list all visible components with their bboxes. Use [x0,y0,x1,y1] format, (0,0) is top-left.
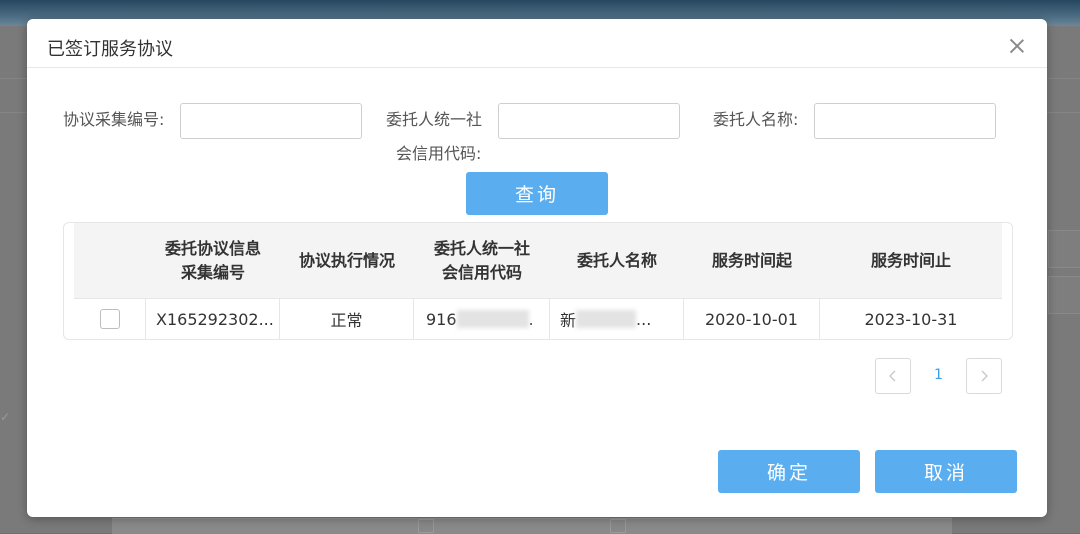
row-checkbox[interactable] [99,309,120,329]
client-name-tail: ... [636,309,652,329]
table-header: 委托协议信息 采集编号 协议执行情况 委托人统一社 会信用代码 委托人名称 服务… [74,223,1002,298]
dialog-header: 已签订服务协议 [27,19,1047,68]
agreement-code-value: X165292302... [156,309,274,329]
header-client-name: 委托人名称 [576,250,657,270]
row-client-name: 新 ... [550,299,684,339]
agreement-code-input[interactable] [180,103,362,139]
chevron-right-icon [981,370,988,382]
redaction-mask [456,310,529,328]
cancel-button[interactable]: 取消 [875,450,1017,493]
credit-code-label-line1: 委托人统一社 [386,110,483,129]
header-credit-code: 委托人统一社 会信用代码 [414,223,550,298]
header-credit-code-line2: 会信用代码 [441,262,522,282]
row-agreement-code: X165292302... [146,299,280,339]
row-status: 正常 [280,299,414,339]
row-start-date: 2020-10-01 [684,299,820,339]
agreement-code-label: 协议采集编号: [63,110,165,129]
client-name-input[interactable] [814,103,996,139]
background-check-icon: ✓ [0,410,11,424]
header-select [74,223,146,298]
row-credit-code: 916 . [414,299,550,339]
chevron-left-icon [889,370,896,382]
credit-code-value: 916 [426,309,457,329]
redaction-mask [576,310,637,328]
background-field [1048,276,1080,314]
close-icon[interactable] [1009,38,1025,54]
credit-code-label-line2: 会信用代码: [396,144,482,163]
next-page-button[interactable] [966,358,1002,394]
credit-code-tail: . [528,309,534,329]
confirm-button[interactable]: 确定 [718,450,860,493]
client-name-value: 新 [560,311,577,330]
dialog-title: 已签订服务协议 [47,39,173,60]
header-credit-code-line1: 委托人统一社 [433,238,530,258]
header-start-date: 服务时间起 [711,250,792,270]
signed-agreements-dialog: 已签订服务协议 协议采集编号: 委托人统一社 会信用代码: 委托人名称: 查询 … [27,19,1047,517]
header-agreement-code: 委托协议信息 采集编号 [146,223,280,298]
background-panel [112,518,952,534]
row-end-date: 2023-10-31 [820,299,1002,339]
start-date-value: 2020-10-01 [705,309,798,329]
background-checkbox [610,519,626,533]
query-button[interactable]: 查询 [466,172,608,215]
header-agreement-code-line2: 采集编号 [180,262,245,282]
prev-page-button[interactable] [875,358,911,394]
header-status: 协议执行情况 [298,250,395,270]
agreements-table: 委托协议信息 采集编号 协议执行情况 委托人统一社 会信用代码 委托人名称 服务… [63,222,1013,340]
end-date-value: 2023-10-31 [864,309,958,329]
page-number-current[interactable]: 1 [934,367,943,383]
table-row[interactable]: X165292302... 正常 916 . 新 ... 2020-10-01 … [74,298,1002,339]
header-agreement-code-line1: 委托协议信息 [164,238,261,258]
row-select-cell [74,299,146,339]
background-checkbox [418,519,434,533]
header-end-date: 服务时间止 [870,250,951,270]
status-value: 正常 [330,311,363,330]
client-name-label: 委托人名称: [713,110,799,129]
background-field [1048,230,1080,268]
credit-code-input[interactable] [498,103,680,139]
